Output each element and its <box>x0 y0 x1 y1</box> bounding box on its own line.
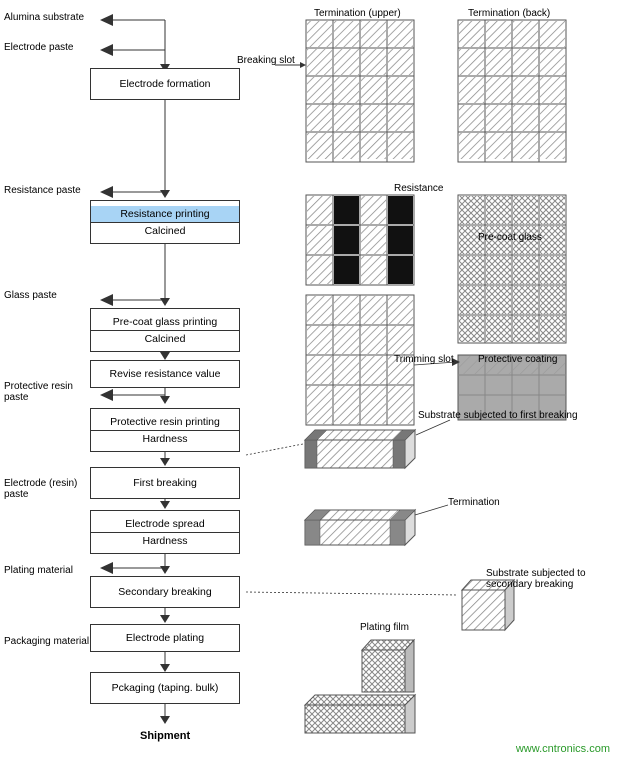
revise-resistance-box: Revise resistance value <box>90 360 240 388</box>
electrode-paste-label: Electrode paste <box>4 42 74 53</box>
termination-upper-label: Termination (upper) <box>314 8 401 19</box>
protective-resin-paste-label: Protective resinpaste <box>4 381 73 403</box>
substrate-secondary-label: Substrate subjected tosecondary breaking <box>486 568 586 590</box>
alumina-substrate-label: Alumina substrate <box>4 12 84 23</box>
watermark: www.cntronics.com <box>516 743 610 755</box>
precoat-glass-box: Pre-coat glass printing Calcined <box>90 308 240 352</box>
resistance-label: Resistance <box>394 183 443 194</box>
protective-coating-label: Protective coating <box>478 354 558 365</box>
diagram: Alumina substrate Electrode paste Resist… <box>0 0 620 763</box>
breaking-slot-label: Breaking slot <box>237 55 295 66</box>
plating-film-label: Plating film <box>360 622 409 633</box>
protective-resin-printing-label: Protective resin printing <box>91 414 239 430</box>
termination-right-label: Termination <box>448 497 500 508</box>
substrate-first-breaking-label: Substrate subjected to first breaking <box>418 410 578 421</box>
electrode-spread-label: Electrode spread <box>91 516 239 532</box>
hardness1-label: Hardness <box>91 430 239 447</box>
protective-resin-printing-box: Protective resin printing Hardness <box>90 408 240 452</box>
shipment-label: Shipment <box>140 730 190 742</box>
secondary-breaking-box: Secondary breaking <box>90 576 240 608</box>
resistance-paste-label: Resistance paste <box>4 185 81 196</box>
resistance-printing-label: Resistance printing <box>91 206 239 222</box>
calcined1-label: Calcined <box>91 222 239 239</box>
trimming-slot-label: Trimming slot <box>394 354 454 365</box>
glass-paste-label: Glass paste <box>4 290 57 301</box>
packaging-material-label: Packaging material <box>4 636 89 647</box>
calcined2-label: Calcined <box>91 330 239 347</box>
resistance-printing-box: Resistance printing Calcined <box>90 200 240 244</box>
electrode-formation-box: Electrode formation <box>90 68 240 100</box>
hardness2-label: Hardness <box>91 532 239 549</box>
precoat-glass-label: Pre-coat glass printing <box>91 314 239 330</box>
packaging-box: Pckaging (taping. bulk) <box>90 672 240 704</box>
precoat-glass-label-right: Pre-coat glass <box>478 232 542 243</box>
electrode-resin-paste-label: Electrode (resin)paste <box>4 478 77 500</box>
first-breaking-box: First breaking <box>90 467 240 499</box>
electrode-spread-box: Electrode spread Hardness <box>90 510 240 554</box>
plating-material-label: Plating material <box>4 565 73 576</box>
termination-back-label: Termination (back) <box>468 8 550 19</box>
electrode-plating-box: Electrode plating <box>90 624 240 652</box>
